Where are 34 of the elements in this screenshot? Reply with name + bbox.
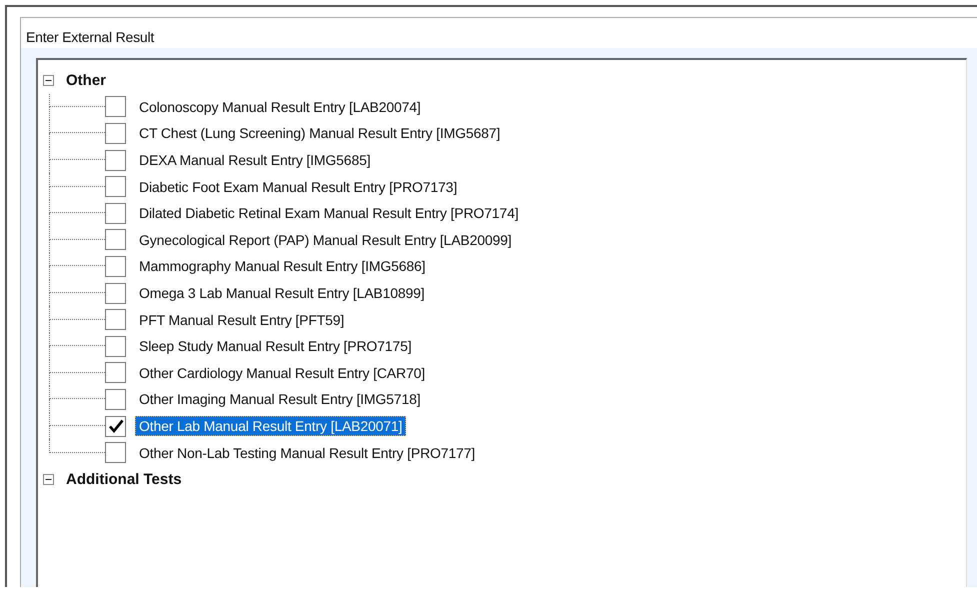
tree-item[interactable]: Dilated Diabetic Retinal Exam Manual Result Entry [PRO7174] (135, 203, 522, 224)
tree-item[interactable]: Mammography Manual Result Entry [IMG5686] (135, 256, 430, 276)
checkbox[interactable] (105, 150, 126, 171)
tree-item[interactable]: Gynecological Report (PAP) Manual Result Entry [LAB20099] (135, 230, 516, 250)
checkbox[interactable] (105, 122, 126, 144)
tree-item[interactable]: CT Chest (Lung Screening) Manual Result Entry [IMG5687] (135, 123, 504, 144)
tree-group-label[interactable]: Additional Tests (66, 470, 182, 488)
checkbox[interactable] (105, 229, 126, 250)
collapse-icon[interactable] (43, 474, 54, 485)
tree-group-label[interactable]: Other (66, 72, 106, 89)
checkbox[interactable] (105, 176, 126, 198)
tree-item[interactable]: Other Cardiology Manual Result Entry [CAR70] (135, 362, 429, 383)
tree-item[interactable]: Colonoscopy Manual Result Entry [LAB20074] (135, 96, 425, 117)
checkbox[interactable] (105, 416, 126, 437)
checkbox[interactable] (105, 202, 126, 224)
checkbox[interactable] (105, 336, 126, 357)
checkbox[interactable] (105, 388, 126, 410)
tree-item[interactable]: Diabetic Foot Exam Manual Result Entry [PRO7173] (135, 176, 462, 197)
collapse-icon[interactable] (43, 74, 54, 86)
checkbox[interactable] (105, 362, 126, 384)
panel-title: Enter External Result (25, 28, 156, 47)
checkbox[interactable] (105, 442, 126, 464)
checkbox[interactable] (105, 282, 126, 304)
checkbox[interactable] (105, 96, 126, 118)
tree-item[interactable]: Other Non-Lab Testing Manual Result Entry [PRO7177] (135, 442, 480, 463)
checkbox[interactable] (105, 309, 126, 330)
tree-item[interactable]: Other Lab Manual Result Entry [LAB20071] (135, 416, 406, 436)
tree-item[interactable]: Sleep Study Manual Result Entry [PRO7175] (135, 336, 416, 356)
checkbox[interactable] (105, 256, 126, 277)
tree-item[interactable]: Other Imaging Manual Result Entry [IMG5718] (135, 389, 424, 410)
tree-item[interactable]: DEXA Manual Result Entry [IMG5685] (135, 150, 374, 170)
tree-item[interactable]: Omega 3 Lab Manual Result Entry [LAB10899] (135, 283, 429, 304)
checkmark-icon (108, 419, 124, 434)
tree-item[interactable]: PFT Manual Result Entry [PFT59] (135, 310, 348, 330)
